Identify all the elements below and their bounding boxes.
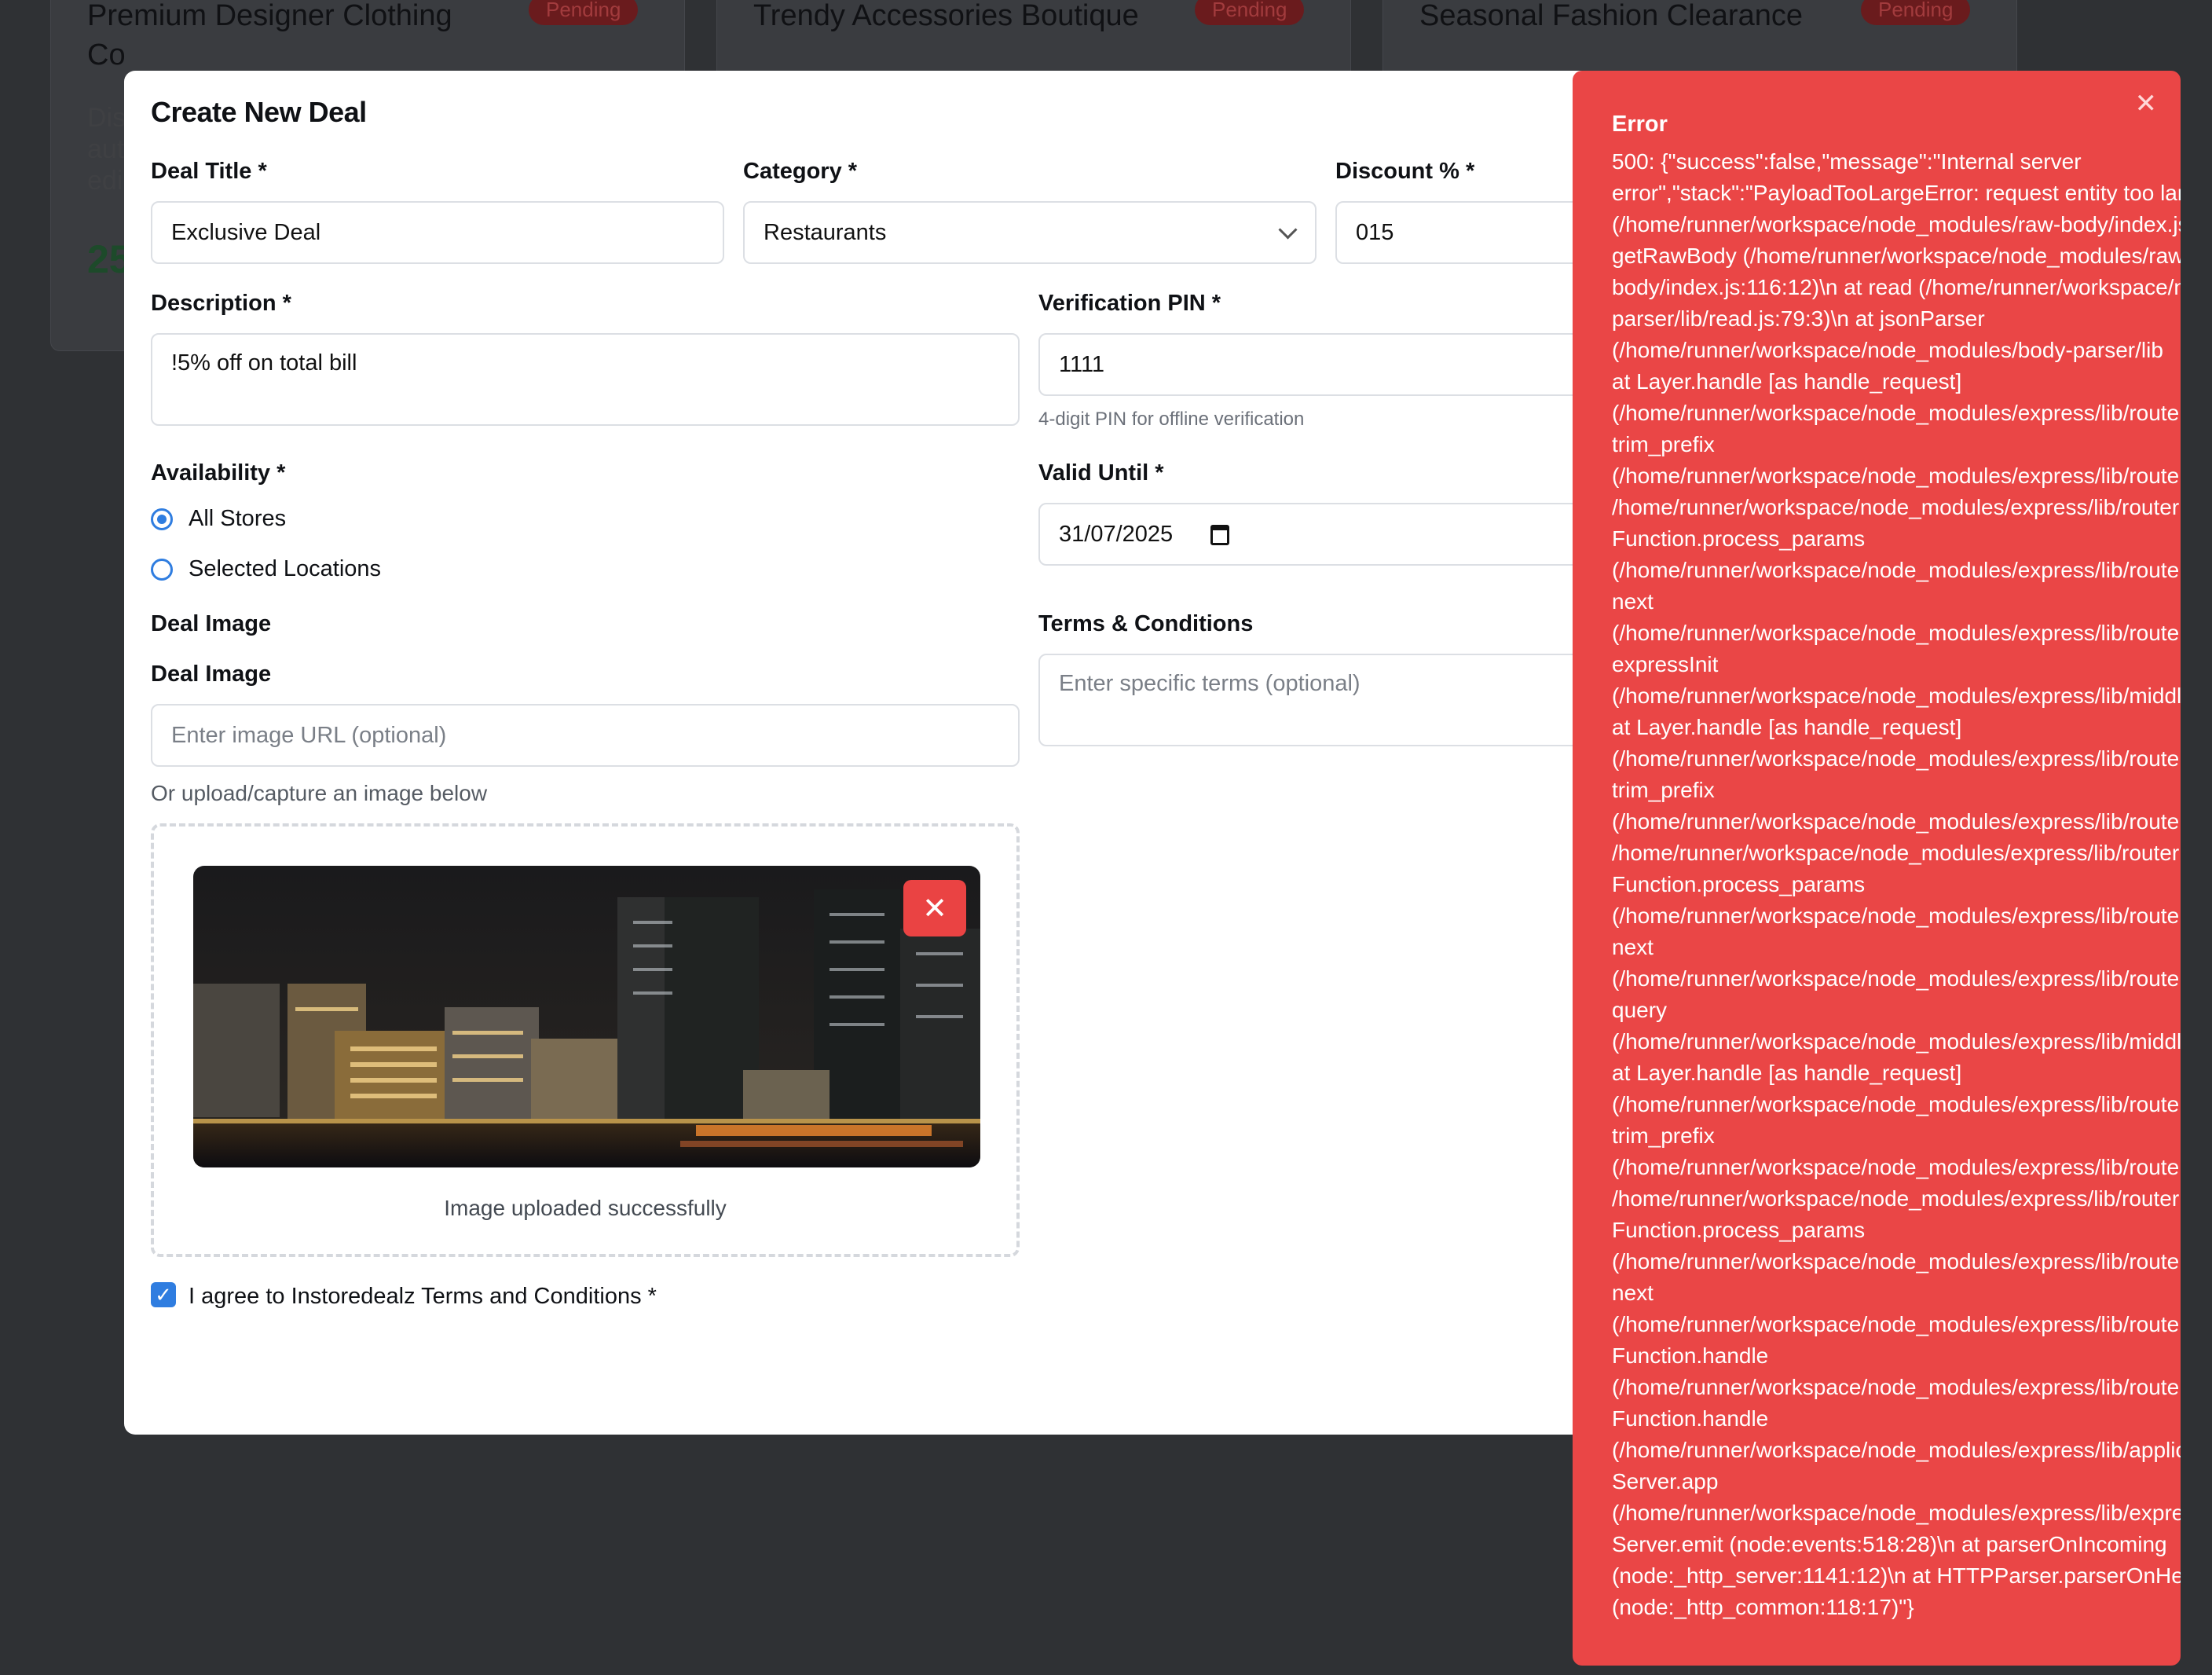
city-night-photo (193, 866, 980, 1167)
chevron-down-icon (1278, 220, 1298, 240)
agree-terms-label: I agree to Instoredealz Terms and Condit… (189, 1284, 657, 1309)
radio-all-stores[interactable]: All Stores (151, 506, 286, 532)
category-label: Category * (743, 159, 858, 184)
deal-title-label: Deal Title * (151, 159, 267, 184)
valid-until-value: 31/07/2025 (1059, 522, 1174, 547)
close-icon: ✕ (922, 892, 947, 925)
remove-image-button[interactable]: ✕ (903, 880, 966, 936)
radio-label: Selected Locations (189, 556, 382, 581)
valid-until-label: Valid Until * (1038, 460, 1164, 486)
error-toast: Error ✕ 500: {"success":false,"message":… (1573, 71, 2181, 1666)
calendar-icon[interactable] (1210, 525, 1230, 546)
image-url-input[interactable]: Enter image URL (optional) (151, 704, 1020, 767)
error-title: Error (1612, 112, 1668, 137)
deal-title-input[interactable]: Exclusive Deal (151, 201, 724, 264)
check-icon: ✓ (155, 1282, 172, 1307)
description-textarea[interactable]: !5% off on total bill (151, 333, 1020, 426)
upload-hint: Or upload/capture an image below (151, 781, 488, 805)
uploaded-image-preview: ✕ (193, 866, 980, 1167)
category-select[interactable]: Restaurants (743, 201, 1317, 264)
radio-label: All Stores (189, 506, 287, 531)
radio-button[interactable] (151, 558, 173, 581)
pin-hint: 4-digit PIN for offline verification (1038, 409, 1305, 430)
pin-label: Verification PIN * (1038, 291, 1221, 316)
card-text-fragment: Co (87, 38, 126, 71)
error-message: 500: {"success":false,"message":"Interna… (1612, 149, 2181, 1619)
discount-label: Discount % * (1335, 159, 1475, 184)
deal-card-title: Trendy Accessories Boutique (753, 0, 1139, 32)
radio-button[interactable] (151, 508, 173, 530)
deal-card-title: Seasonal Fashion Clearance (1419, 0, 1803, 32)
create-deal-modal: Create New Deal Deal Title * Exclusive D… (124, 71, 1774, 1435)
status-badge: Pending (529, 0, 639, 25)
terms-label: Terms & Conditions (1038, 611, 1254, 636)
category-value: Restaurants (764, 220, 887, 245)
description-label: Description * (151, 291, 291, 316)
deal-card-title: Premium Designer Clothing (87, 0, 452, 32)
card-text-fragment: aut (87, 134, 125, 164)
deal-image-label: Deal Image (151, 662, 272, 687)
availability-label: Availability * (151, 460, 286, 486)
image-upload-dropzone[interactable]: ✕ Image uploaded successfully (151, 823, 1020, 1257)
agree-terms-checkbox[interactable]: ✓ (151, 1282, 176, 1307)
card-text-fragment: Dis (87, 103, 126, 133)
status-badge: Pending (1861, 0, 1971, 25)
close-icon[interactable]: ✕ (2135, 88, 2158, 119)
status-badge: Pending (1195, 0, 1305, 25)
deal-image-heading: Deal Image (151, 611, 272, 636)
card-text-fragment: edi (87, 166, 123, 196)
radio-selected-locations[interactable]: Selected Locations (151, 556, 381, 582)
modal-title: Create New Deal (151, 96, 367, 128)
upload-success-text: Image uploaded successfully (444, 1196, 727, 1220)
